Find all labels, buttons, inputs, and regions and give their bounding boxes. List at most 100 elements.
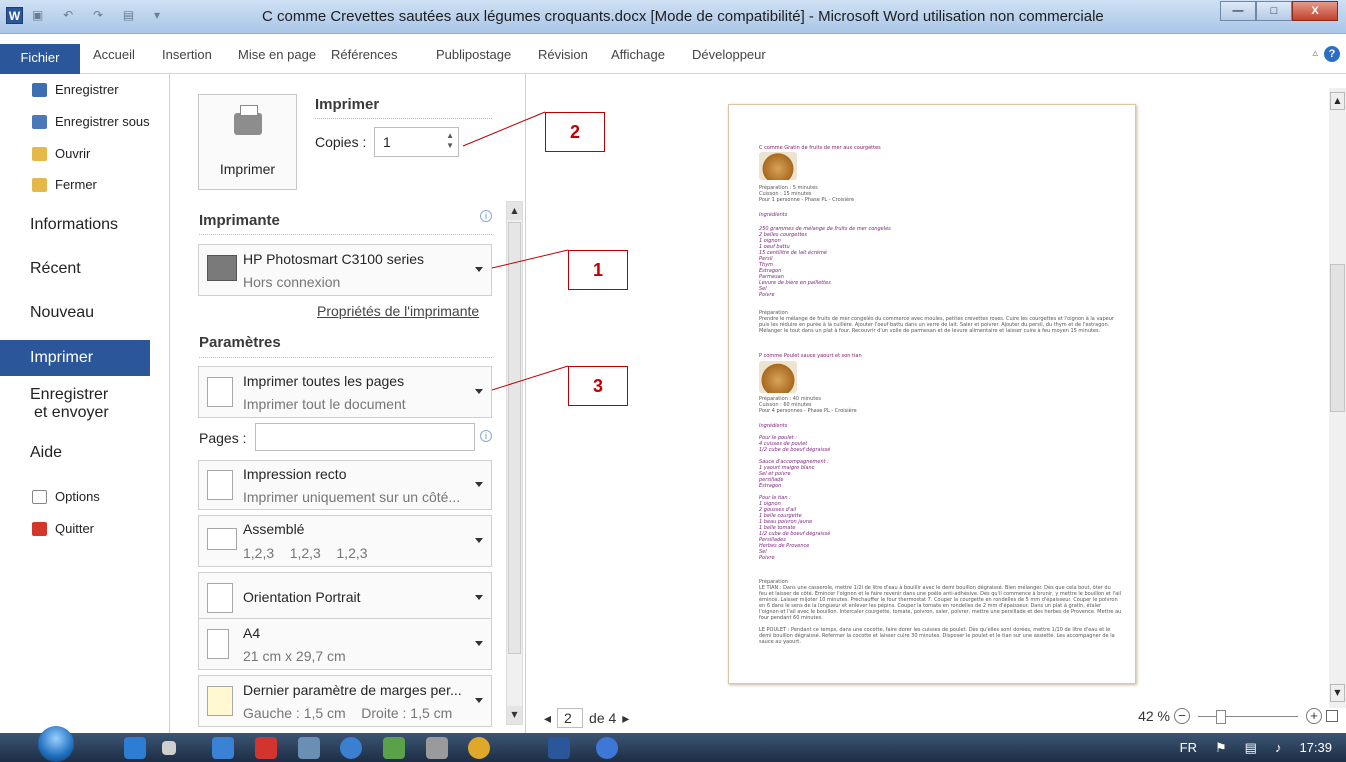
preview-scrollbar[interactable]: ▲ ▼: [1329, 88, 1346, 708]
collation-dropdown[interactable]: Assemblé 1,2,3 1,2,3 1,2,3: [198, 515, 492, 567]
word-taskbar-icon[interactable]: [548, 737, 570, 759]
nav-label: Ouvrir: [55, 146, 91, 161]
paper-size-dropdown[interactable]: A4 21 cm x 29,7 cm: [198, 618, 492, 670]
printer-properties-link[interactable]: Propriétés de l'imprimante: [317, 303, 479, 319]
zoom-level[interactable]: 42 %: [1138, 708, 1170, 724]
copies-value: 1: [383, 134, 391, 150]
callout-3: 3: [568, 366, 628, 406]
recipe1-ingredients-title: Ingrédients: [759, 212, 788, 218]
network-icon[interactable]: ▤: [1245, 740, 1257, 756]
nav-options[interactable]: Options: [32, 489, 100, 504]
scrollbar-thumb[interactable]: [508, 222, 521, 654]
chevron-down-icon: [475, 595, 483, 600]
tab-references[interactable]: Références: [331, 47, 397, 62]
language-indicator[interactable]: FR: [1180, 740, 1197, 756]
recipe1-preparation: Préparation Prendre le mélange de fruits…: [759, 310, 1114, 334]
close-button[interactable]: X: [1292, 1, 1338, 21]
zoom-slider[interactable]: [1198, 709, 1298, 724]
maximize-button[interactable]: □: [1256, 1, 1292, 21]
custom-margins-icon: [207, 686, 233, 716]
print-heading: Imprimer: [315, 96, 380, 113]
game-icon[interactable]: [383, 737, 405, 759]
current-page-input[interactable]: 2: [557, 708, 584, 728]
tab-insertion[interactable]: Insertion: [162, 47, 212, 62]
printer-device-icon: [207, 255, 237, 281]
nav-aide[interactable]: Aide: [30, 444, 62, 462]
zoom-out-icon[interactable]: −: [1174, 708, 1190, 724]
tool-icon[interactable]: [298, 737, 320, 759]
recipe2-meta: Préparation : 40 minutes Cuisson : 60 mi…: [759, 396, 857, 414]
scroll-up-icon[interactable]: ▲: [1330, 92, 1345, 110]
copies-spinner[interactable]: ▲ ▼: [446, 131, 454, 151]
pages-icon: [207, 377, 233, 407]
internet-explorer-icon[interactable]: [124, 737, 146, 759]
word-app-icon[interactable]: W: [6, 7, 23, 24]
print-range-dropdown[interactable]: Imprimer toutes les pages Imprimer tout …: [198, 366, 492, 418]
nav-recent[interactable]: Récent: [30, 260, 81, 278]
nav-fermer[interactable]: Fermer: [32, 177, 97, 192]
help-icon[interactable]: ?: [1324, 46, 1340, 62]
quick-access-toolbar[interactable]: ▣ ↶ ↷ ▤ ▾: [32, 8, 168, 22]
margins-dropdown[interactable]: Dernier paramètre de marges per... Gauch…: [198, 675, 492, 727]
printer-status: Hors connexion: [243, 274, 341, 290]
printer-name: HP Photosmart C3100 series: [243, 251, 425, 267]
recipe1-meta: Préparation : 5 minutes Cuisson : 15 min…: [759, 185, 855, 203]
nav-quitter[interactable]: Quitter: [32, 521, 94, 536]
taskbar: FR ⚑ ▤ ♪ 17:39: [0, 726, 1346, 762]
zoom-in-icon[interactable]: +: [1306, 708, 1322, 724]
close-folder-icon: [32, 177, 47, 192]
settings-scrollbar[interactable]: ▲ ▼: [506, 201, 523, 725]
nav-imprimer[interactable]: Imprimer: [0, 340, 162, 376]
flag-icon[interactable]: ⚑: [1215, 740, 1227, 756]
minimize-button[interactable]: —: [1220, 1, 1256, 21]
info-icon[interactable]: i: [480, 430, 492, 442]
tab-accueil[interactable]: Accueil: [93, 47, 135, 62]
browser-icon[interactable]: [212, 737, 234, 759]
paper-icon: [207, 629, 229, 659]
scroll-down-icon[interactable]: ▼: [507, 706, 522, 724]
title-bar: W ▣ ↶ ↷ ▤ ▾ C comme Crevettes sautées au…: [0, 0, 1346, 34]
info-icon[interactable]: i: [480, 210, 492, 222]
printer-dropdown[interactable]: HP Photosmart C3100 series Hors connexio…: [198, 244, 492, 296]
start-button[interactable]: [38, 726, 74, 762]
previous-page-icon[interactable]: ◂: [544, 710, 551, 727]
pages-label: Pages :: [199, 430, 247, 446]
tab-fichier[interactable]: Fichier: [0, 44, 80, 74]
clock[interactable]: 17:39: [1299, 740, 1332, 756]
help-taskbar-icon[interactable]: [596, 737, 618, 759]
nav-nouveau[interactable]: Nouveau: [30, 304, 94, 322]
volume-icon[interactable]: ♪: [1275, 740, 1282, 756]
sides-dropdown[interactable]: Impression recto Imprimer uniquement sur…: [198, 460, 492, 510]
nav-enregistrer-sous[interactable]: Enregistrer sous: [32, 114, 150, 129]
scroll-down-icon[interactable]: ▼: [1330, 684, 1345, 702]
nav-enregistrer-envoyer[interactable]: Enregistrer et envoyer: [30, 386, 109, 422]
pages-input[interactable]: [255, 423, 475, 451]
setting-line2: Imprimer uniquement sur un côté...: [243, 489, 461, 505]
divider: [315, 118, 492, 119]
media-player-icon[interactable]: [162, 741, 176, 755]
recipe2-preparation: Préparation LE TIAN : Dans une casserole…: [759, 579, 1122, 621]
collapse-ribbon-icon[interactable]: ▵: [1312, 46, 1318, 59]
nav-enregistrer[interactable]: Enregistrer: [32, 82, 119, 97]
nav-ouvrir[interactable]: Ouvrir: [32, 146, 90, 161]
open-folder-icon: [32, 146, 47, 161]
tab-mise-en-page[interactable]: Mise en page: [238, 47, 316, 62]
scrollbar-thumb[interactable]: [1330, 264, 1345, 412]
nav-label: Options: [55, 489, 100, 504]
tab-publipostage[interactable]: Publipostage: [436, 47, 511, 62]
tab-developpeur[interactable]: Développeur: [692, 47, 766, 62]
recycle-bin-icon[interactable]: [426, 737, 448, 759]
orientation-dropdown[interactable]: Orientation Portrait: [198, 572, 492, 624]
fit-page-icon[interactable]: [1326, 710, 1338, 722]
setting-line1: Impression recto: [243, 466, 347, 482]
globe-icon[interactable]: [340, 737, 362, 759]
next-page-icon[interactable]: ▸: [622, 710, 629, 727]
nav-informations[interactable]: Informations: [30, 216, 118, 234]
chrome-icon[interactable]: [468, 737, 490, 759]
scroll-up-icon[interactable]: ▲: [507, 202, 522, 220]
reader-icon[interactable]: [255, 737, 277, 759]
print-button[interactable]: Imprimer: [198, 94, 297, 190]
copies-input[interactable]: 1 ▲ ▼: [374, 127, 459, 157]
tab-affichage[interactable]: Affichage: [611, 47, 665, 62]
tab-revision[interactable]: Révision: [538, 47, 588, 62]
